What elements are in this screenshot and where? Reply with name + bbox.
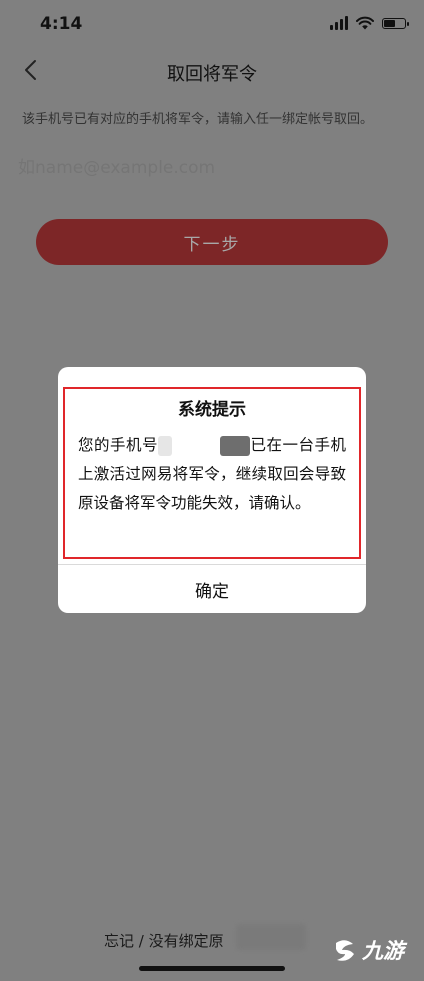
- email-input[interactable]: [18, 152, 398, 184]
- system-alert-dialog: 系统提示 您的手机号 已在一台手机上激活过网易将军令，继续取回会导致原设备将军令功…: [58, 367, 366, 613]
- blurred-text: [236, 924, 306, 950]
- page-title: 取回将军令: [167, 64, 257, 85]
- jiuyou-logo-icon: [336, 940, 354, 961]
- battery-icon: [382, 17, 409, 29]
- redacted-phone-mask: [158, 435, 172, 456]
- dialog-title: 系统提示: [178, 400, 246, 420]
- watermark-text: 九游: [362, 939, 404, 963]
- home-indicator: [139, 966, 285, 971]
- watermark-logo: 九游: [330, 930, 412, 970]
- wifi-icon: [356, 16, 374, 30]
- cellular-signal-icon: [330, 16, 348, 30]
- forgot-account-link[interactable]: 忘记 / 没有绑定原: [104, 930, 224, 951]
- status-time: 4:14: [40, 14, 83, 34]
- status-icons: [330, 16, 409, 30]
- dialog-message: 您的手机号 已在一台手机上激活过网易将军令，继续取回会导致原设备将军令功能失效，请…: [78, 431, 346, 518]
- dialog-message-prefix: 您的手机号: [78, 436, 158, 454]
- confirm-button[interactable]: 确定: [58, 565, 366, 613]
- nav-bar: 取回将军令: [0, 52, 424, 92]
- instruction-text: 该手机号已有对应的手机将军令，请输入任一绑定帐号取回。: [22, 112, 374, 127]
- status-bar: 4:14: [0, 0, 424, 48]
- redacted-phone-mask-dark: [220, 435, 250, 456]
- next-step-button[interactable]: 下一步: [36, 219, 388, 265]
